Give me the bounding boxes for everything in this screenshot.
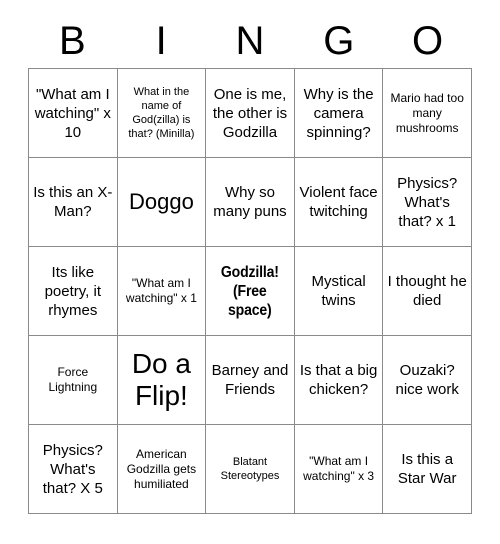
bingo-cell-label: Violent face twitching <box>299 184 378 220</box>
bingo-cell[interactable]: I thought he died <box>383 247 472 336</box>
bingo-cell-label: Mystical twins <box>311 273 366 309</box>
bingo-cell[interactable]: Mario had too many mushrooms <box>383 69 472 158</box>
header-letter-i: I <box>155 19 167 63</box>
bingo-cell[interactable]: Physics? What's that? x 1 <box>383 158 472 247</box>
bingo-cell-label: Physics? What's that? x 1 <box>397 174 458 230</box>
bingo-card: B I N G O "What am I watching" x 10 What … <box>0 0 500 544</box>
header-letter-b: B <box>59 19 86 63</box>
bingo-cell[interactable]: Its like poetry, it rhymes <box>29 247 118 336</box>
bingo-cell-label: Do a Flip! <box>131 348 191 411</box>
bingo-cell-label: Why so many puns <box>213 184 287 220</box>
bingo-cell[interactable]: What in the name of God(zilla) is that? … <box>117 69 207 158</box>
bingo-cell-label: Its like poetry, it rhymes <box>44 263 101 319</box>
bingo-cell-label: What in the name of God(zilla) is that? … <box>128 86 195 140</box>
bingo-header-row: B I N G O <box>28 14 472 68</box>
bingo-cell-label: Is that a big chicken? <box>299 362 378 398</box>
bingo-cell[interactable]: Violent face twitching <box>294 158 384 247</box>
bingo-cell[interactable]: Is this a Star War <box>383 425 472 514</box>
bingo-cell-label: Ouzaki? nice work <box>395 362 459 398</box>
bingo-cell-label: Why is the camera spinning? <box>303 85 374 141</box>
header-letter-o: O <box>412 19 444 63</box>
bingo-cell[interactable]: Is that a big chicken? <box>294 336 384 425</box>
bingo-cell-label: Is this an X-Man? <box>33 184 113 220</box>
bingo-cell[interactable]: Barney and Friends <box>206 336 295 425</box>
bingo-cell-label: Mario had too many mushrooms <box>390 90 464 135</box>
bingo-cell[interactable]: "What am I watching" x 10 <box>29 69 118 158</box>
bingo-cell[interactable]: Ouzaki? nice work <box>383 336 472 425</box>
bingo-cell-label: Is this a Star War <box>397 451 457 487</box>
bingo-cell-label: Barney and Friends <box>211 362 289 398</box>
bingo-cell-free-space[interactable]: Godzilla! (Free space) <box>206 247 295 336</box>
bingo-cell[interactable]: American Godzilla gets humiliated <box>117 425 207 514</box>
header-letter-n: N <box>235 19 265 63</box>
bingo-cell-label: I thought he died <box>387 273 467 309</box>
bingo-cell-label: American Godzilla gets humiliated <box>126 446 197 491</box>
bingo-cell[interactable]: Why is the camera spinning? <box>294 69 384 158</box>
bingo-cell[interactable]: Doggo <box>117 158 207 247</box>
bingo-cell[interactable]: Why so many puns <box>206 158 295 247</box>
bingo-cell[interactable]: Mystical twins <box>294 247 384 336</box>
bingo-cell-label: Blatant Stereotypes <box>220 456 280 482</box>
bingo-cell[interactable]: Physics? What's that? X 5 <box>29 425 118 514</box>
bingo-cell[interactable]: One is me, the other is Godzilla <box>206 69 295 158</box>
bingo-cell-label: Force Lightning <box>48 365 98 394</box>
bingo-cell[interactable]: Blatant Stereotypes <box>206 425 295 514</box>
bingo-grid: "What am I watching" x 10 What in the nam… <box>28 68 472 514</box>
bingo-cell-label: Doggo <box>128 189 194 214</box>
bingo-cell-label: "What am I watching" x 3 <box>303 454 375 483</box>
header-letter-g: G <box>323 19 355 63</box>
bingo-cell-label: Godzilla! (Free space) <box>221 263 279 319</box>
bingo-cell-label: One is me, the other is Godzilla <box>212 85 288 141</box>
bingo-cell-label: "What am I watching" x 1 <box>125 276 197 305</box>
bingo-cell-label: Physics? What's that? X 5 <box>42 441 103 497</box>
bingo-cell[interactable]: "What am I watching" x 3 <box>294 425 384 514</box>
bingo-cell[interactable]: Force Lightning <box>29 336 118 425</box>
bingo-cell[interactable]: Is this an X-Man? <box>29 158 118 247</box>
bingo-cell-label: "What am I watching" x 10 <box>34 85 111 141</box>
bingo-cell[interactable]: Do a Flip! <box>117 336 207 425</box>
bingo-cell[interactable]: "What am I watching" x 1 <box>117 247 207 336</box>
